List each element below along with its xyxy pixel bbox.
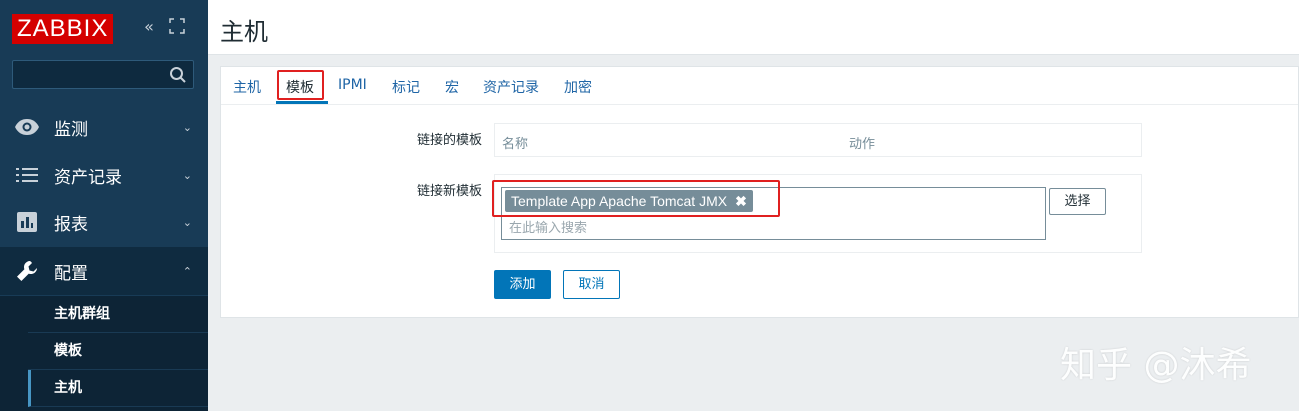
- host-form-card: 主机 模板 IPMI 标记 宏 资产记录 加密 链接的模板 名称 动作 链接新模…: [220, 66, 1299, 318]
- nav-label: 监测: [54, 119, 88, 140]
- highlight-box: [277, 70, 324, 100]
- nav-label: 报表: [54, 214, 88, 235]
- linked-templates-table: 名称 动作: [494, 123, 1142, 157]
- cancel-button[interactable]: 取消: [563, 270, 620, 299]
- search-input[interactable]: 在此输入搜索: [509, 217, 587, 236]
- search-icon[interactable]: [169, 66, 187, 84]
- add-button[interactable]: 添加: [494, 270, 551, 299]
- zabbix-logo[interactable]: ZABBIX: [12, 14, 114, 44]
- kiosk-mode-icon[interactable]: [168, 18, 186, 36]
- linked-templates-label: 链接的模板: [416, 133, 482, 148]
- sidebar-actions: «: [140, 18, 186, 36]
- chevron-down-icon: ⌄: [182, 215, 192, 229]
- tab-host[interactable]: 主机: [233, 77, 261, 97]
- sidebar: ZABBIX « 监测 ⌄ 资产记录 ⌄ 报表 ⌄ 配置 ⌃ 主机群组 模板 主…: [0, 0, 208, 411]
- collapse-sidebar-icon[interactable]: «: [140, 18, 158, 36]
- wrench-icon: [14, 260, 40, 282]
- tab-tags[interactable]: 标记: [392, 77, 420, 97]
- eye-icon: [14, 116, 40, 138]
- tab-bar: 主机 模板 IPMI 标记 宏 资产记录 加密: [221, 67, 1298, 105]
- submenu-hosts[interactable]: 主机: [28, 370, 208, 407]
- submenu-templates[interactable]: 模板: [28, 333, 208, 370]
- submenu-host-groups[interactable]: 主机群组: [28, 296, 208, 333]
- active-tab-indicator: [276, 101, 328, 104]
- tab-encryption[interactable]: 加密: [564, 77, 592, 97]
- chevron-up-icon: ⌃: [182, 264, 192, 278]
- bar-chart-icon: [14, 211, 40, 233]
- page-header: 主机: [208, 0, 1299, 55]
- highlight-box: [492, 180, 780, 217]
- select-button[interactable]: 选择: [1049, 188, 1106, 215]
- nav-monitoring[interactable]: 监测 ⌄: [0, 103, 208, 151]
- column-header-action: 动作: [849, 137, 876, 152]
- page-title: 主机: [220, 18, 268, 46]
- watermark: 知乎 @沐希: [1060, 345, 1252, 386]
- chevron-down-icon: ⌄: [182, 168, 192, 182]
- nav-inventory[interactable]: 资产记录 ⌄: [0, 151, 208, 199]
- sidebar-search-input[interactable]: [12, 60, 194, 89]
- column-header-name: 名称: [502, 137, 529, 152]
- tab-inventory[interactable]: 资产记录: [483, 77, 539, 97]
- nav-reports[interactable]: 报表 ⌄: [0, 198, 208, 246]
- list-icon: [14, 164, 40, 186]
- tab-macros[interactable]: 宏: [445, 77, 459, 97]
- link-new-templates-label: 链接新模板: [416, 184, 482, 199]
- nav-label: 资产记录: [54, 167, 122, 188]
- logo-row: ZABBIX: [12, 14, 114, 44]
- chevron-down-icon: ⌄: [182, 120, 192, 134]
- configuration-submenu: 主机群组 模板 主机: [0, 296, 208, 411]
- nav-label: 配置: [54, 263, 88, 284]
- tab-ipmi[interactable]: IPMI: [338, 77, 367, 93]
- nav-configuration[interactable]: 配置 ⌃: [0, 247, 208, 295]
